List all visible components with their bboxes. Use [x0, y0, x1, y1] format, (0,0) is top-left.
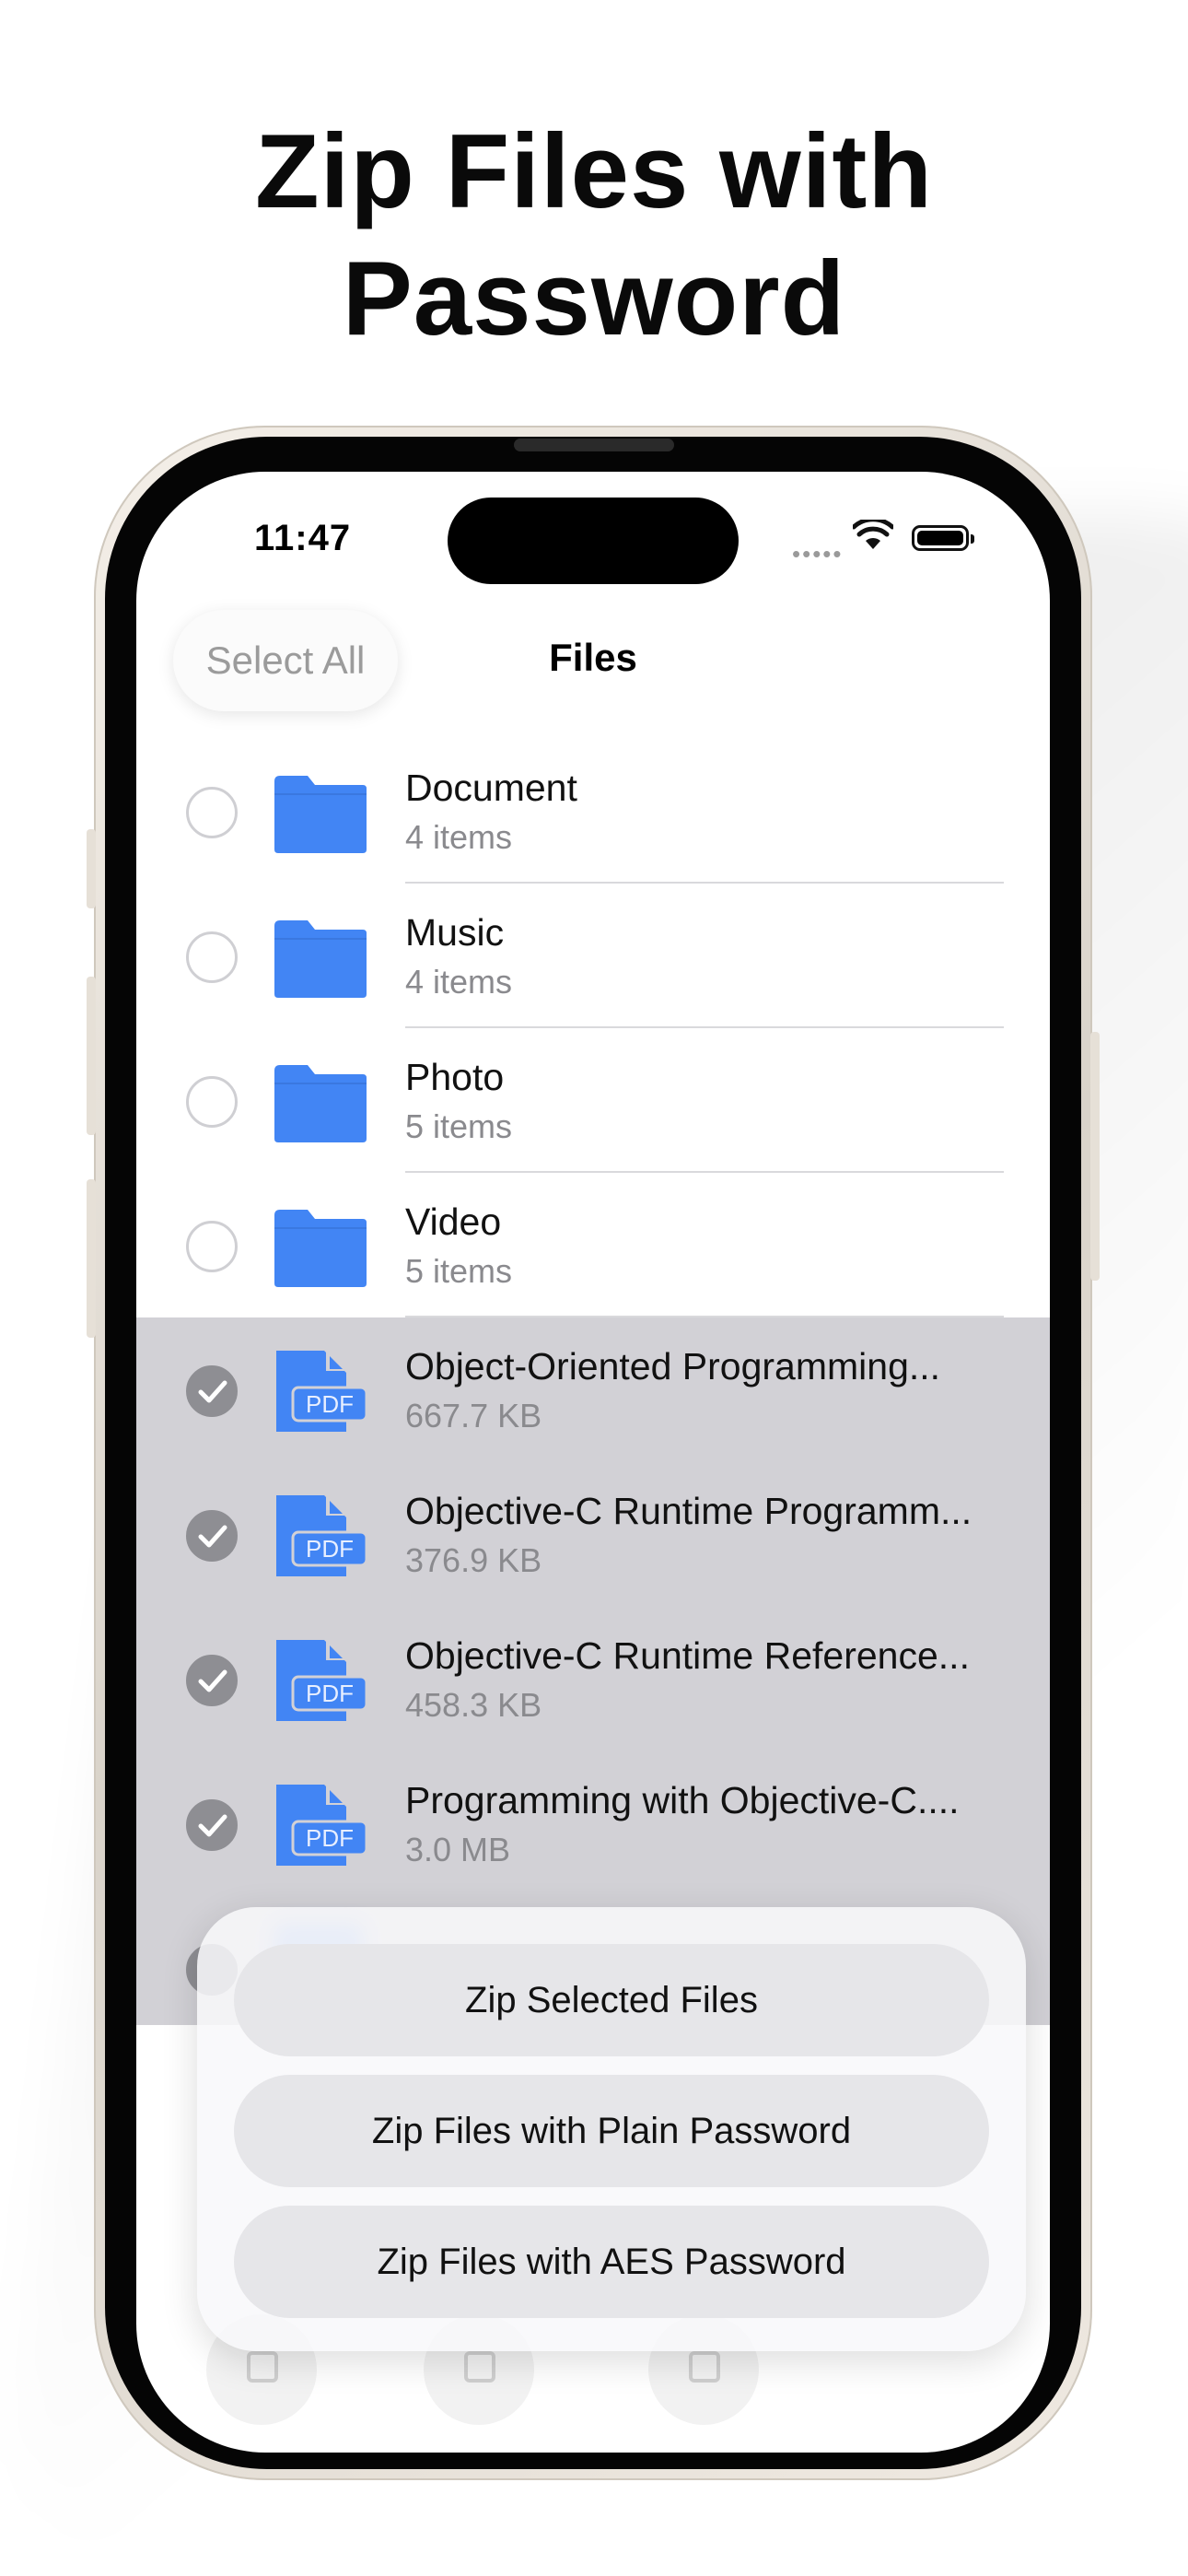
checked-radio[interactable] [186, 1510, 238, 1562]
item-size: 3.0 MB [405, 1831, 511, 1868]
item-size: 667.7 KB [405, 1397, 542, 1434]
phone-screen: 11:47 ••••• Select All Files Document 4 … [136, 472, 1050, 2453]
item-count: 5 items [405, 1252, 513, 1290]
pdf-file-icon: PDF [276, 1495, 368, 1576]
item-name: Music [405, 911, 505, 954]
list-item[interactable]: PDF Objective-C Runtime Reference... 458… [136, 1607, 1050, 1751]
dynamic-island [448, 498, 739, 584]
item-size: 458.3 KB [405, 1686, 542, 1724]
headline: Zip Files with Password [0, 109, 1188, 363]
headline-line-2: Password [342, 240, 846, 357]
item-name: Object-Oriented Programming... [405, 1345, 941, 1388]
pdf-badge: PDF [306, 1680, 354, 1707]
folder-icon [274, 1210, 367, 1287]
item-count: 4 items [405, 963, 513, 1001]
status-time: 11:47 [254, 518, 352, 558]
item-name: Objective-C Runtime Programm... [405, 1490, 973, 1532]
select-radio[interactable] [186, 787, 238, 838]
folder-icon [274, 920, 367, 998]
select-radio[interactable] [186, 931, 238, 983]
list-item[interactable]: Video 5 items [136, 1173, 1050, 1317]
wifi-icon [853, 520, 893, 549]
list-item[interactable]: PDF Programming with Objective-C.... 3.0… [136, 1751, 1050, 1896]
pdf-badge: PDF [306, 1535, 354, 1563]
list-item[interactable]: Document 4 items [136, 739, 1050, 884]
checked-radio[interactable] [186, 1799, 238, 1851]
item-count: 5 items [405, 1107, 513, 1145]
action-button [87, 829, 96, 908]
volume-down-button [87, 1179, 96, 1338]
checked-radio[interactable] [186, 1365, 238, 1417]
list-item[interactable]: Music 4 items [136, 884, 1050, 1028]
pdf-file-icon: PDF [276, 1785, 368, 1866]
headline-line-1: Zip Files with [254, 113, 934, 230]
battery-icon [912, 525, 974, 551]
zip-aes-password-button[interactable]: Zip Files with AES Password [234, 2206, 989, 2318]
item-name: Document [405, 767, 577, 809]
pdf-badge: PDF [306, 1390, 354, 1418]
list-item[interactable]: PDF Objective-C Runtime Programm... 376.… [136, 1462, 1050, 1607]
checkmark-icon [198, 1380, 227, 1403]
list-item[interactable]: Photo 5 items [136, 1028, 1050, 1173]
item-name: Photo [405, 1056, 505, 1098]
pdf-file-icon: PDF [276, 1351, 368, 1432]
checkmark-icon [198, 1525, 227, 1548]
select-radio[interactable] [186, 1221, 238, 1272]
volume-up-button [87, 977, 96, 1135]
power-button [1090, 1032, 1100, 1281]
checked-radio[interactable] [186, 1655, 238, 1706]
checkmark-icon [198, 1669, 227, 1692]
item-size: 376.9 KB [405, 1541, 542, 1579]
zip-selected-files-button[interactable]: Zip Selected Files [234, 1944, 989, 2056]
pdf-file-icon: PDF [276, 1640, 368, 1721]
item-count: 4 items [405, 818, 513, 856]
speaker-slot [514, 439, 674, 451]
checkmark-icon [198, 1814, 227, 1837]
list-item[interactable]: PDF Object-Oriented Programming... 667.7… [136, 1317, 1050, 1462]
zip-plain-password-button[interactable]: Zip Files with Plain Password [234, 2075, 989, 2187]
item-name: Programming with Objective-C.... [405, 1779, 960, 1821]
zip-action-sheet: Zip Selected Files Zip Files with Plain … [197, 1907, 1026, 2351]
file-list: Document 4 items Music 4 items Photo 5 i… [136, 739, 1050, 2025]
item-name: Video [405, 1200, 502, 1243]
signal-dots-icon: ••••• [792, 540, 844, 568]
pdf-badge: PDF [306, 1824, 354, 1852]
nav-title: Files [549, 636, 637, 679]
folder-icon [274, 776, 367, 853]
select-radio[interactable] [186, 1076, 238, 1128]
item-name: Objective-C Runtime Reference... [405, 1634, 970, 1677]
folder-icon [274, 1065, 367, 1142]
